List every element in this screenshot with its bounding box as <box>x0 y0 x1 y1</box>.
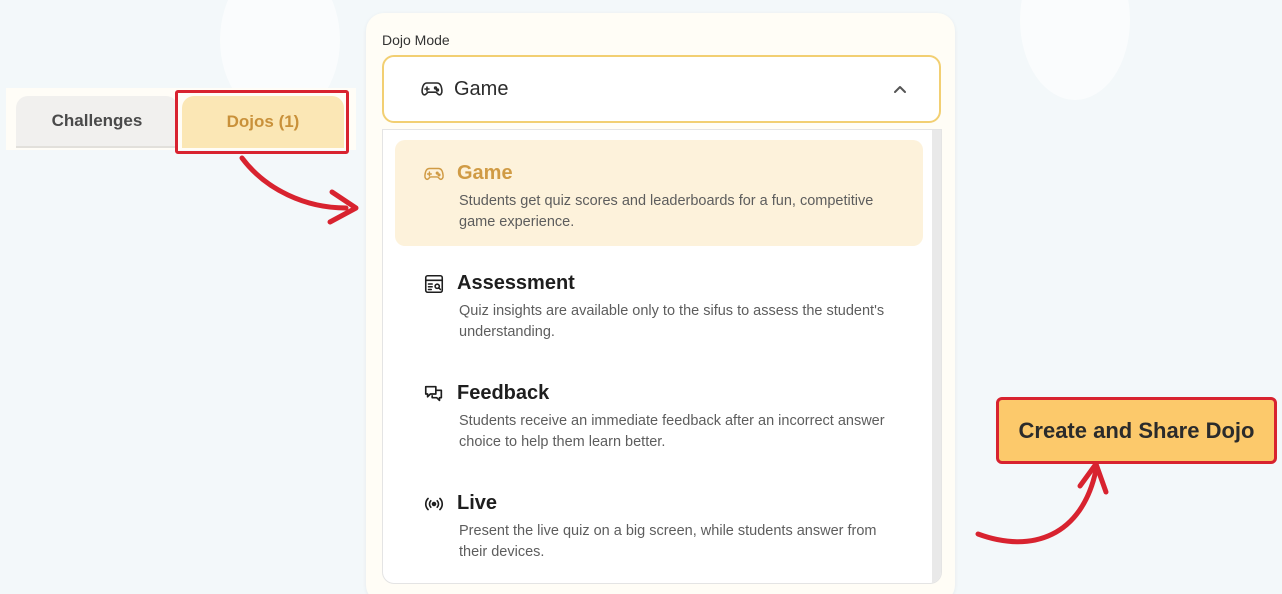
tab-challenges[interactable]: Challenges <box>16 96 178 148</box>
options-scrollbar[interactable] <box>932 130 941 583</box>
dojo-mode-select[interactable]: Game <box>382 55 941 123</box>
option-description: Quiz insights are available only to the … <box>459 303 885 340</box>
dojo-mode-panel: Dojo Mode Game Game Students get quiz sc… <box>366 13 955 594</box>
annotation-arrow-to-game <box>239 155 359 225</box>
create-and-share-dojo-button[interactable]: Create and Share Dojo <box>996 397 1277 464</box>
option-title: Game <box>457 162 513 184</box>
dojo-mode-options-list: Game Students get quiz scores and leader… <box>382 129 942 584</box>
option-description: Students get quiz scores and leaderboard… <box>459 193 874 230</box>
gamepad-icon <box>421 82 443 96</box>
selected-mode-text: Game <box>454 77 509 100</box>
broadcast-icon <box>424 497 444 510</box>
chevron-up-icon[interactable] <box>891 81 909 99</box>
option-title: Live <box>457 492 498 514</box>
chat-bubbles-icon <box>424 385 443 401</box>
gamepad-icon <box>424 167 444 180</box>
option-description: Present the live quiz on a big screen, w… <box>459 523 877 560</box>
option-title: Assessment <box>457 272 575 294</box>
annotation-highlight-dojos <box>175 90 349 154</box>
option-title: Feedback <box>457 382 550 404</box>
option-live[interactable]: Live Present the live quiz on a big scre… <box>395 470 923 576</box>
background-shape <box>1020 0 1130 100</box>
option-game[interactable]: Game Students get quiz scores and leader… <box>395 140 923 246</box>
option-feedback[interactable]: Feedback Students receive an immediate f… <box>395 360 923 466</box>
annotation-arrow-to-create-button <box>975 461 1109 545</box>
option-assessment[interactable]: Assessment Quiz insights are available o… <box>395 250 923 356</box>
option-description: Students receive an immediate feedback a… <box>459 413 885 450</box>
assessment-report-icon <box>424 274 444 293</box>
dojo-mode-label: Dojo Mode <box>382 32 450 48</box>
